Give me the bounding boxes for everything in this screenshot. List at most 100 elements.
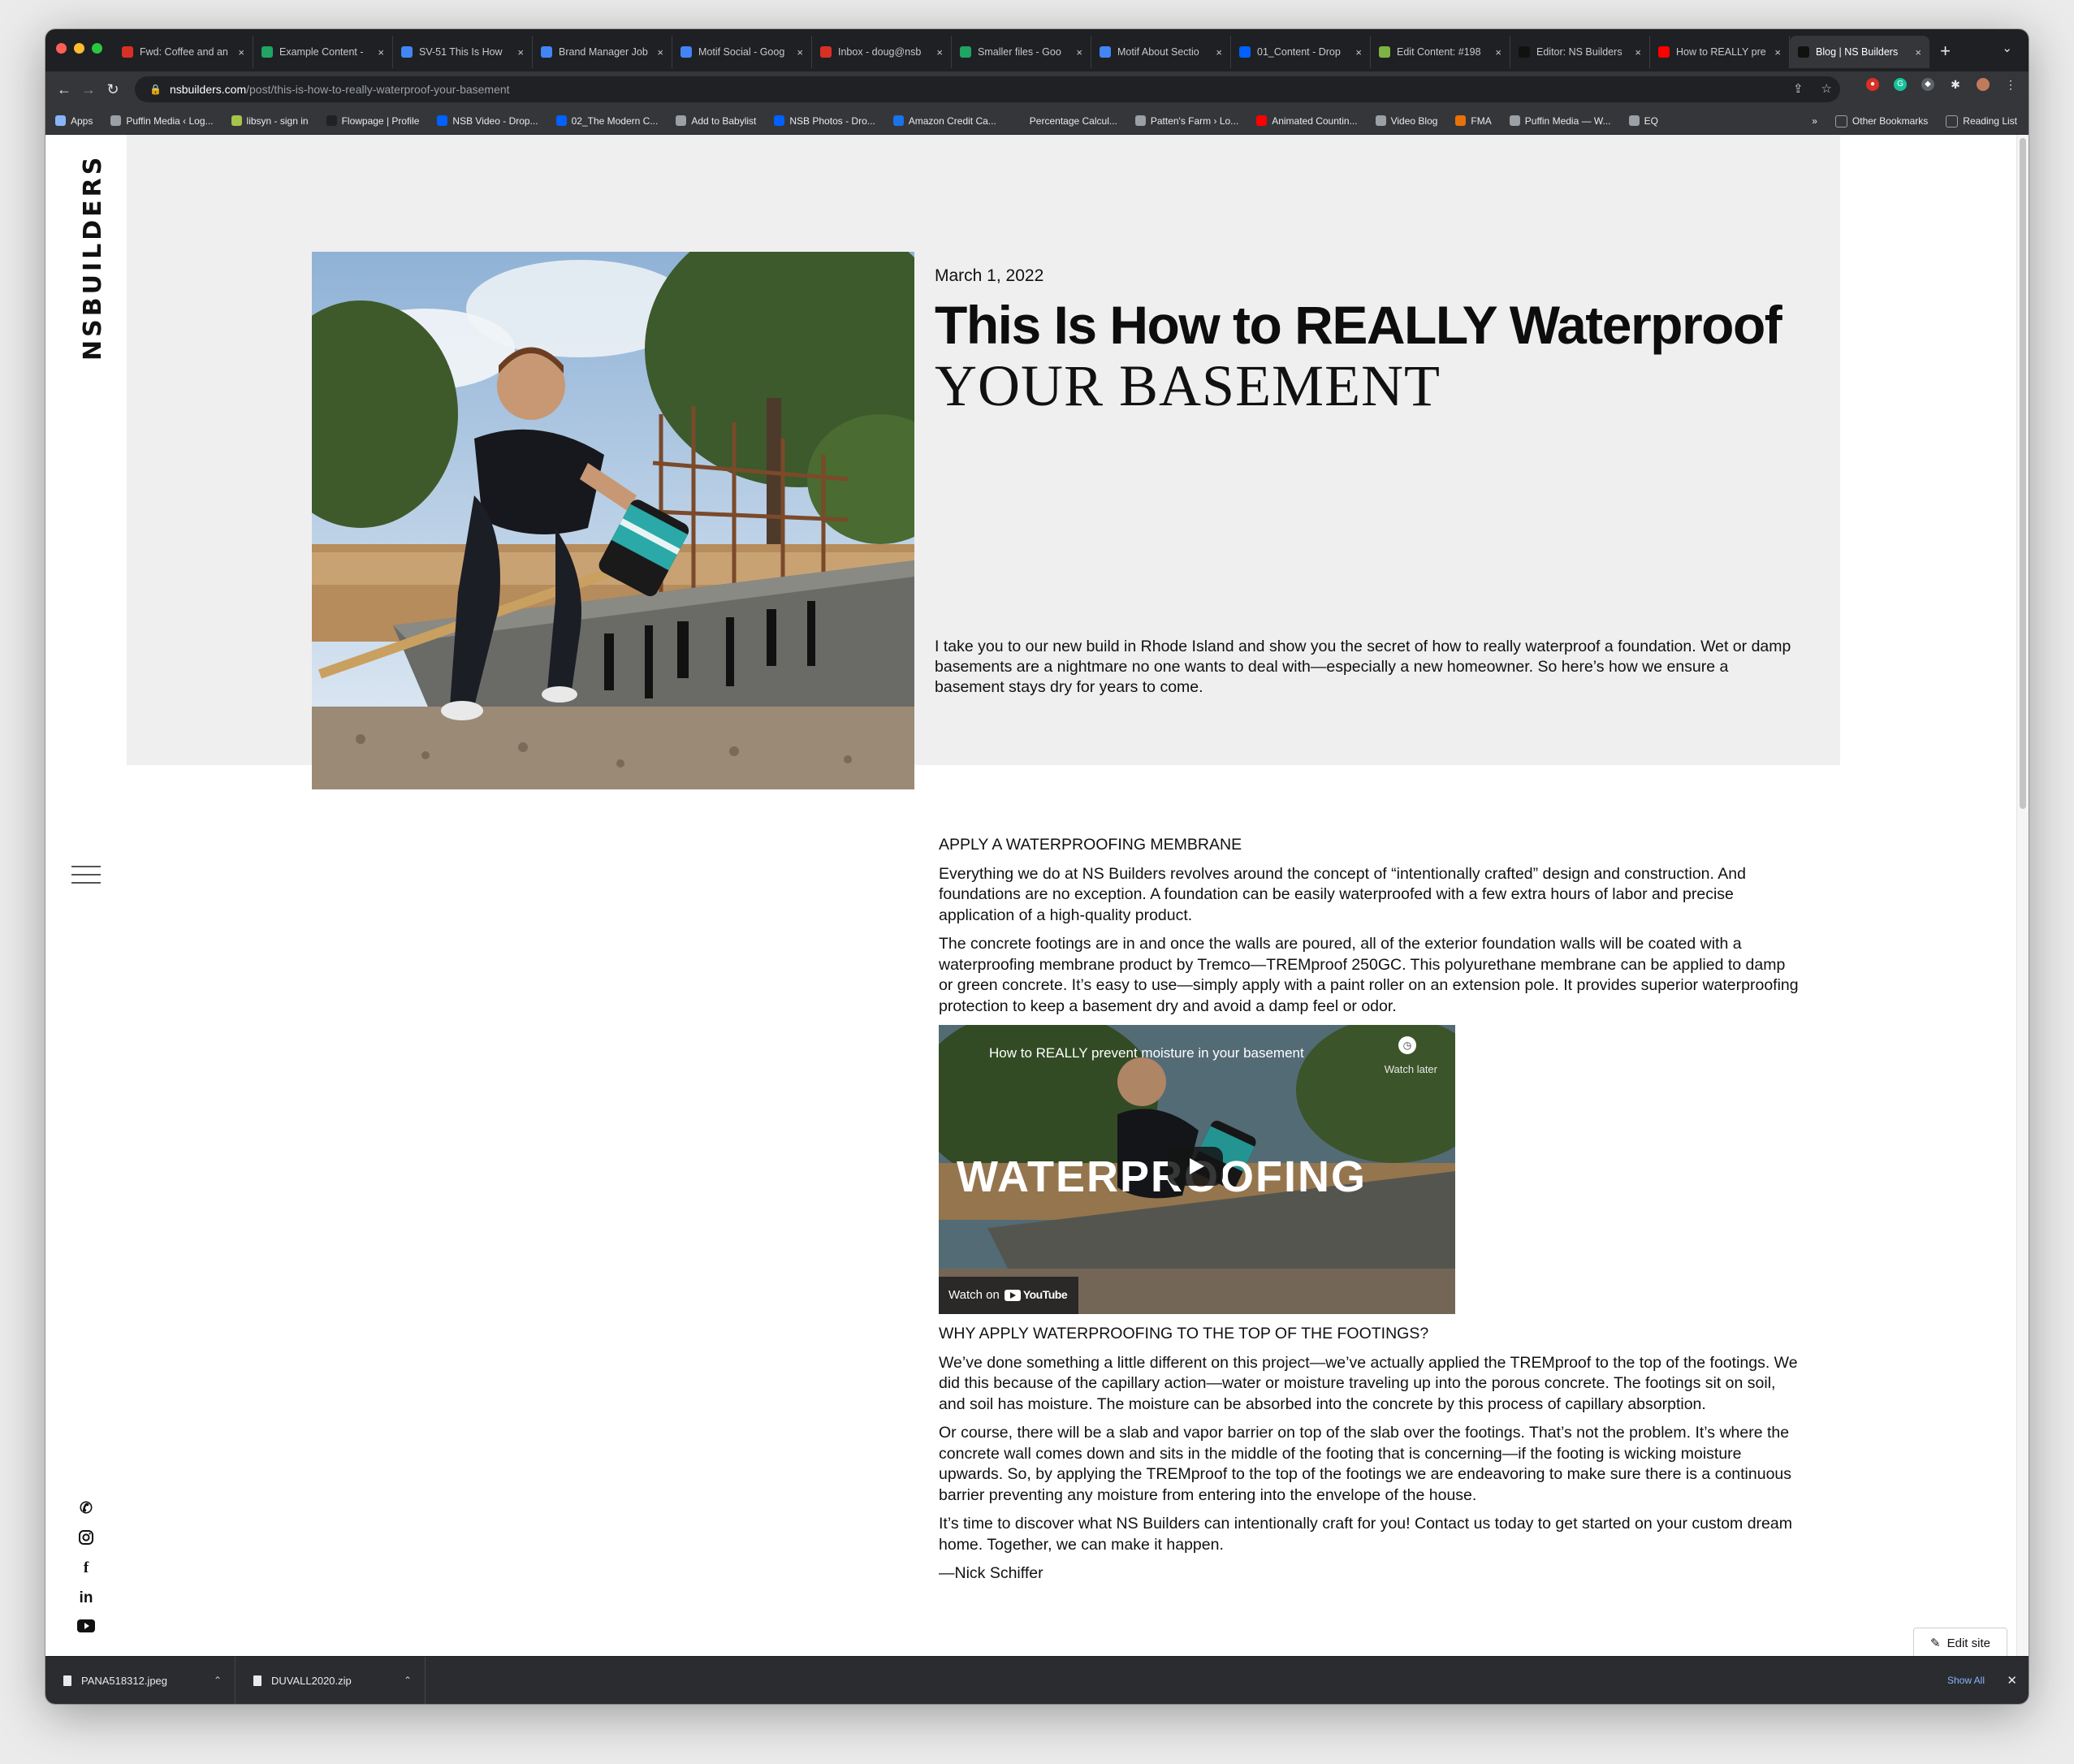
post-intro: I take you to our new build in Rhode Isl… (935, 638, 1791, 696)
browser-tab[interactable]: Fwd: Coffee and an × (114, 36, 253, 68)
bookmark-favicon-icon (1134, 115, 1146, 126)
youtube-icon[interactable] (70, 1619, 102, 1649)
web-page: NSBUILDERS ✆ f in March 1, 2022 This Is … (45, 135, 2029, 1675)
close-tab-icon[interactable]: × (378, 46, 384, 58)
menu-dots-icon[interactable]: ⋮ (2004, 78, 2017, 91)
folder-icon (1834, 115, 1847, 128)
hamburger-menu-icon[interactable] (71, 866, 101, 890)
bookmark-item[interactable]: EQ (1628, 115, 1658, 127)
page-scrollbar[interactable] (2016, 135, 2029, 1675)
browser-tab[interactable]: Motif About Sectio × (1091, 36, 1231, 68)
instagram-icon[interactable] (70, 1529, 102, 1559)
bookmark-item[interactable]: Animated Countin... (1256, 115, 1358, 127)
back-arrow-icon[interactable]: ← (52, 81, 76, 98)
close-tab-icon[interactable]: × (1495, 46, 1501, 58)
extensions-puzzle-icon[interactable]: ✱ (1949, 78, 1962, 91)
close-tab-icon[interactable]: × (1355, 46, 1362, 58)
browser-tab[interactable]: SV-51 This Is How × (393, 36, 533, 68)
show-all-downloads-link[interactable]: Show All (1947, 1675, 1985, 1686)
tab-title: Example Content - (279, 46, 364, 58)
youtube-video-embed[interactable]: How to REALLY prevent moisture in your b… (939, 1025, 1455, 1314)
chevron-up-icon[interactable]: ⌃ (404, 1675, 412, 1686)
close-tab-icon[interactable]: × (1216, 46, 1222, 58)
bookmark-item[interactable]: NSB Photos - Dro... (774, 115, 875, 127)
address-bar[interactable]: 🔒 nsbuilders.com/post/this-is-how-to-rea… (135, 76, 1840, 102)
browser-tab[interactable]: Edit Content: #198 × (1371, 36, 1510, 68)
linkedin-icon[interactable]: in (70, 1589, 102, 1619)
browser-tab[interactable]: Brand Manager Job × (533, 36, 672, 68)
watch-later-clock-icon[interactable]: ◷ (1398, 1036, 1416, 1054)
tab-title: Inbox - doug@nsb (838, 46, 922, 58)
new-tab-button[interactable]: + (1940, 41, 1951, 62)
close-tab-icon[interactable]: × (936, 46, 943, 58)
close-tab-icon[interactable]: × (238, 46, 244, 58)
tab-title: Fwd: Coffee and an (140, 46, 228, 58)
close-tab-icon[interactable]: × (1076, 46, 1082, 58)
bookmark-item[interactable]: Puffin Media — W... (1509, 115, 1611, 127)
close-window-button[interactable] (56, 43, 67, 54)
forward-arrow-icon[interactable]: → (76, 81, 101, 98)
play-button-icon[interactable] (1168, 1147, 1223, 1186)
grammarly-icon[interactable]: G (1894, 78, 1907, 91)
bookmark-item[interactable]: Video Blog (1375, 115, 1437, 127)
bookmark-favicon-icon (1375, 115, 1386, 126)
bookmark-item[interactable]: Add to Babylist (676, 115, 756, 127)
profile-avatar[interactable] (1977, 78, 1990, 91)
more-bookmarks-button[interactable]: » (1812, 115, 1817, 127)
watch-on-youtube-button[interactable]: Watch on YouTube (939, 1277, 1078, 1314)
bookmark-item[interactable]: Patten's Farm › Lo... (1134, 115, 1238, 127)
close-tab-icon[interactable]: × (657, 46, 663, 58)
browser-tab[interactable]: Smaller files - Goo × (952, 36, 1091, 68)
scrollbar-thumb[interactable] (2020, 138, 2026, 809)
browser-tab[interactable]: Inbox - doug@nsb × (812, 36, 952, 68)
browser-tab[interactable]: Blog | NS Builders × (1790, 36, 1929, 68)
close-tab-icon[interactable]: × (797, 46, 803, 58)
browser-tab[interactable]: Example Content - × (253, 36, 393, 68)
bookmark-item[interactable]: Amazon Credit Ca... (892, 115, 996, 127)
download-item[interactable]: PANA518312.jpeg ⌃ (45, 1657, 235, 1704)
edit-site-button[interactable]: ✎ Edit site (1913, 1628, 2007, 1658)
video-title[interactable]: How to REALLY prevent moisture in your b… (989, 1043, 1304, 1064)
browser-tab[interactable]: 01_Content - Drop × (1231, 36, 1371, 68)
docs-icon (401, 46, 413, 58)
bookmark-label: 02_The Modern C... (571, 115, 659, 127)
chevron-up-icon[interactable]: ⌃ (214, 1675, 222, 1686)
bookmark-item[interactable]: Flowpage | Profile (326, 115, 419, 127)
extension-red-icon[interactable]: ● (1866, 78, 1879, 91)
close-tab-icon[interactable]: × (1635, 46, 1641, 58)
close-downloads-icon[interactable]: ✕ (2007, 1673, 2017, 1688)
bookmark-label: libsyn - sign in (246, 115, 309, 127)
dropbox-extension-icon[interactable]: ◆ (1921, 78, 1934, 91)
browser-tab[interactable]: Motif Social - Goog × (672, 36, 812, 68)
close-tab-icon[interactable]: × (1774, 46, 1781, 58)
close-tab-icon[interactable]: × (1915, 46, 1921, 58)
bookmark-item[interactable]: NSB Video - Drop... (437, 115, 538, 127)
site-logo[interactable]: NSBUILDERS (79, 154, 107, 364)
paragraph: Or course, there will be a slab and vapo… (939, 1424, 1792, 1504)
bookmark-label: EQ (1644, 115, 1658, 127)
nsb-icon (1519, 46, 1530, 58)
browser-tab[interactable]: Editor: NS Builders × (1510, 36, 1650, 68)
minimize-window-button[interactable] (74, 43, 84, 54)
docs-icon (1100, 46, 1111, 58)
bookmark-star-icon[interactable]: ☆ (1821, 81, 1832, 96)
tab-title: Smaller files - Goo (978, 46, 1061, 58)
share-icon[interactable]: ⇪ (1793, 81, 1804, 96)
browser-tab[interactable]: How to REALLY pre × (1650, 36, 1790, 68)
facebook-icon[interactable]: f (70, 1559, 102, 1589)
other-bookmarks-folder[interactable]: Other Bookmarks (1834, 115, 1928, 128)
reload-icon[interactable]: ↻ (101, 81, 125, 98)
bookmark-item[interactable]: FMA (1455, 115, 1492, 127)
watch-later-label[interactable]: Watch later (1385, 1059, 1437, 1080)
download-item[interactable]: DUVALL2020.zip ⌃ (235, 1657, 426, 1704)
bookmark-item[interactable]: Percentage Calcul... (1013, 115, 1117, 127)
reading-list-button[interactable]: Reading List (1946, 115, 2017, 128)
maximize-window-button[interactable] (92, 43, 102, 54)
bookmark-item[interactable]: 02_The Modern C... (555, 115, 659, 127)
phone-icon[interactable]: ✆ (70, 1499, 102, 1529)
bookmark-item[interactable]: Puffin Media ‹ Log... (110, 115, 214, 127)
close-tab-icon[interactable]: × (517, 46, 524, 58)
bookmark-item[interactable]: libsyn - sign in (231, 115, 309, 127)
bookmark-item[interactable]: Apps (55, 115, 93, 127)
tab-search-chevron-icon[interactable]: ⌄ (2002, 41, 2012, 55)
